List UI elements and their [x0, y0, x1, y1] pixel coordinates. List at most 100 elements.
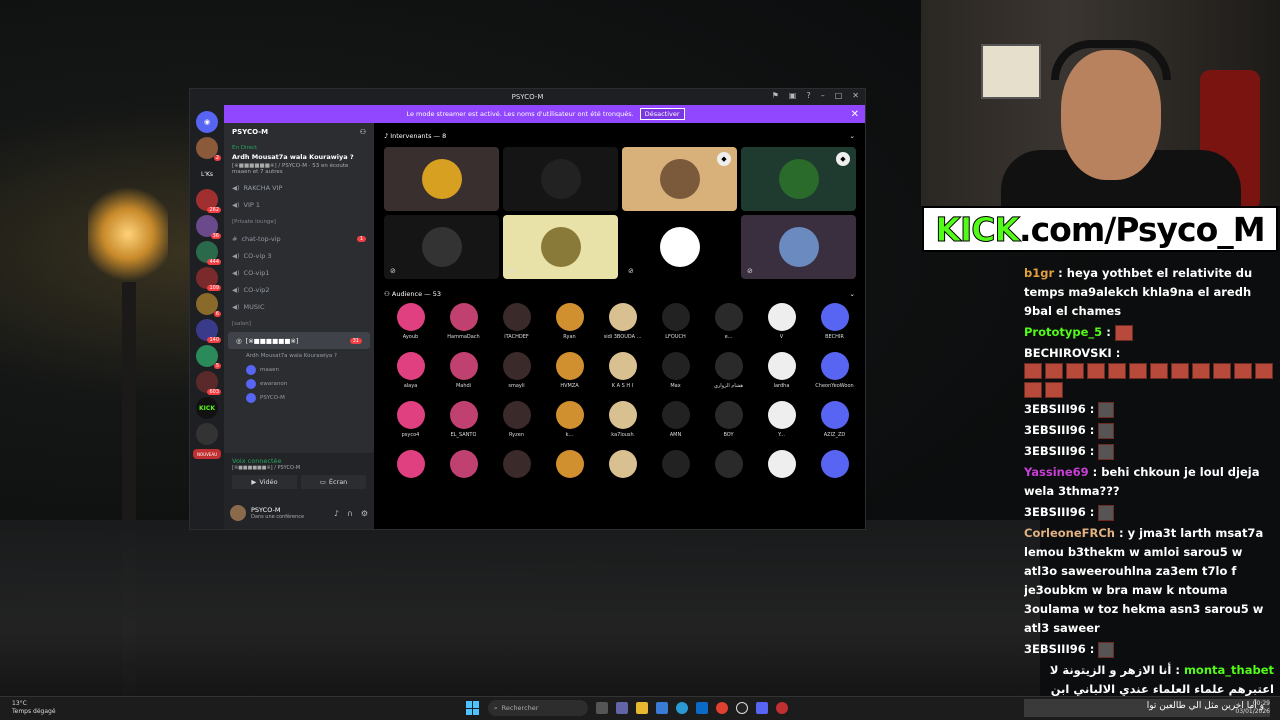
- audience-member[interactable]: Ayoub: [384, 303, 437, 348]
- audience-member[interactable]: AZIZ_ZD: [808, 401, 861, 446]
- discord-taskbar-icon[interactable]: [756, 702, 768, 714]
- audience-member[interactable]: BECHIR: [808, 303, 861, 348]
- audience-member[interactable]: [437, 450, 490, 495]
- mic-icon[interactable]: ♪: [334, 509, 339, 518]
- mail-icon[interactable]: [696, 702, 708, 714]
- teams-icon[interactable]: [616, 702, 628, 714]
- audience-member[interactable]: V: [755, 303, 808, 348]
- channel-item[interactable]: ◀) CO-vip2: [224, 281, 374, 298]
- inbox-icon[interactable]: ⚑: [772, 91, 779, 100]
- audience-member[interactable]: [808, 450, 861, 495]
- audience-member[interactable]: lardha: [755, 352, 808, 397]
- chat-username[interactable]: 3EBSIII96: [1024, 423, 1086, 437]
- audience-member[interactable]: iTACHDEF: [490, 303, 543, 348]
- chat-username[interactable]: 3EBSIII96: [1024, 505, 1086, 519]
- audience-member[interactable]: AMN: [649, 401, 702, 446]
- app-icon[interactable]: [776, 702, 788, 714]
- speaker-tile[interactable]: ⊘: [622, 215, 737, 279]
- speaker-tile[interactable]: [384, 147, 499, 211]
- task-view-icon[interactable]: [596, 702, 608, 714]
- audience-member[interactable]: alaya: [384, 352, 437, 397]
- audience-member[interactable]: [490, 450, 543, 495]
- banner-close-icon[interactable]: ✕: [851, 109, 859, 120]
- chevron-down-icon[interactable]: ⌄: [850, 132, 855, 140]
- channel-item[interactable]: ◀) MUSIC: [224, 298, 374, 315]
- chevron-down-icon[interactable]: ⌄: [850, 290, 855, 298]
- chat-username[interactable]: 3EBSIII96: [1024, 402, 1086, 416]
- channel-item[interactable]: ◀) VIP 1: [224, 196, 374, 213]
- speaker-tile[interactable]: ⊘: [503, 215, 618, 279]
- audience-member[interactable]: [543, 450, 596, 495]
- channel-item-stage[interactable]: ◎ [※■■■■■■※] 31: [228, 332, 370, 349]
- audience-member[interactable]: Mahdi: [437, 352, 490, 397]
- speaker-tile[interactable]: ◆: [741, 147, 856, 211]
- chat-username[interactable]: Prototype_5: [1024, 325, 1102, 339]
- help-icon[interactable]: ?: [806, 91, 810, 100]
- chat-username[interactable]: b1gr: [1024, 266, 1054, 280]
- weather-widget[interactable]: 13°C Temps dégagé: [12, 700, 56, 716]
- disable-streamer-button[interactable]: Désactiver: [639, 108, 685, 120]
- new-server-label[interactable]: NOUVEAU: [193, 449, 221, 459]
- audience-member[interactable]: [384, 450, 437, 495]
- channel-category[interactable]: [salon]: [224, 315, 374, 332]
- audience-member[interactable]: K A S H I: [596, 352, 649, 397]
- live-event-card[interactable]: En Direct Ardh Mousat7a wala Kourawiya ?…: [224, 141, 374, 179]
- speaker-tile[interactable]: [503, 147, 618, 211]
- channel-item[interactable]: # chat-top-vip 1: [224, 230, 374, 247]
- server-icon[interactable]: 603: [196, 371, 221, 395]
- audience-member[interactable]: psyco4: [384, 401, 437, 446]
- close-icon[interactable]: ✕: [852, 91, 859, 100]
- taskbar-search[interactable]: ⌕ Rechercher: [488, 700, 588, 716]
- audience-member[interactable]: [596, 450, 649, 495]
- chrome-icon[interactable]: [716, 702, 728, 714]
- audience-member[interactable]: k...: [543, 401, 596, 446]
- audience-member[interactable]: هشام الزواري: [702, 352, 755, 397]
- stage-member[interactable]: ewaranon: [224, 377, 374, 391]
- channel-item[interactable]: ◀) CO-vip1: [224, 264, 374, 281]
- folder-icon[interactable]: [636, 702, 648, 714]
- server-icon[interactable]: 6: [196, 293, 221, 317]
- audience-member[interactable]: e...: [702, 303, 755, 348]
- server-icon[interactable]: 2: [196, 137, 221, 161]
- chat-input[interactable]: و أما اخرين مثل الي طالعين توا: [1024, 699, 1270, 717]
- server-icon[interactable]: 5: [196, 345, 221, 369]
- audience-member[interactable]: [649, 450, 702, 495]
- channel-category[interactable]: [Private lounge]: [224, 213, 374, 230]
- taskbar-clock[interactable]: 00:29 03/01/2026: [1235, 700, 1270, 716]
- server-icon[interactable]: 444: [196, 241, 221, 265]
- chat-username[interactable]: 3EBSIII96: [1024, 444, 1086, 458]
- audience-header[interactable]: ⚇ Audience — 53 ⌄: [384, 285, 855, 303]
- audience-member[interactable]: [755, 450, 808, 495]
- kick-server-label[interactable]: KICK: [196, 397, 218, 419]
- maximize-icon[interactable]: □: [835, 91, 843, 100]
- store-icon[interactable]: [656, 702, 668, 714]
- video-button[interactable]: ▶ Vidéo: [232, 475, 297, 489]
- edge-icon[interactable]: [676, 702, 688, 714]
- screen-icon[interactable]: ▣: [789, 91, 797, 100]
- screen-share-button[interactable]: ▭ Écran: [301, 475, 366, 489]
- user-avatar[interactable]: [230, 505, 246, 521]
- minimize-icon[interactable]: –: [821, 91, 825, 100]
- stage-member[interactable]: PSYCO-M: [224, 391, 374, 405]
- server-icon[interactable]: 109: [196, 267, 221, 291]
- speaker-tile[interactable]: ◆: [622, 147, 737, 211]
- headphones-icon[interactable]: ∩: [347, 509, 353, 518]
- chat-username[interactable]: 3EBSIII96: [1024, 642, 1086, 656]
- audience-member[interactable]: ka7loush: [596, 401, 649, 446]
- windows-start-icon[interactable]: [466, 701, 480, 715]
- server-icon[interactable]: 262: [196, 189, 221, 213]
- obs-icon[interactable]: [736, 702, 748, 714]
- channel-item[interactable]: ◀) RAKCHA VIP: [224, 179, 374, 196]
- audience-member[interactable]: HVMZA: [543, 352, 596, 397]
- chat-username[interactable]: CorleoneFRCh: [1024, 526, 1115, 540]
- audience-member[interactable]: sidi 3BOUDA ...: [596, 303, 649, 348]
- audience-member[interactable]: BOY: [702, 401, 755, 446]
- speaker-tile[interactable]: ⊘: [384, 215, 499, 279]
- speaker-tile[interactable]: ⊘: [741, 215, 856, 279]
- chat-username[interactable]: Yassine69: [1024, 465, 1089, 479]
- settings-icon[interactable]: ⚙: [361, 509, 368, 518]
- server-icon[interactable]: [196, 423, 218, 445]
- server-icon[interactable]: 36: [196, 215, 221, 239]
- speakers-header[interactable]: ♪ Intervenants — 8 ⌄: [384, 127, 855, 145]
- server-icon[interactable]: 140: [196, 319, 221, 343]
